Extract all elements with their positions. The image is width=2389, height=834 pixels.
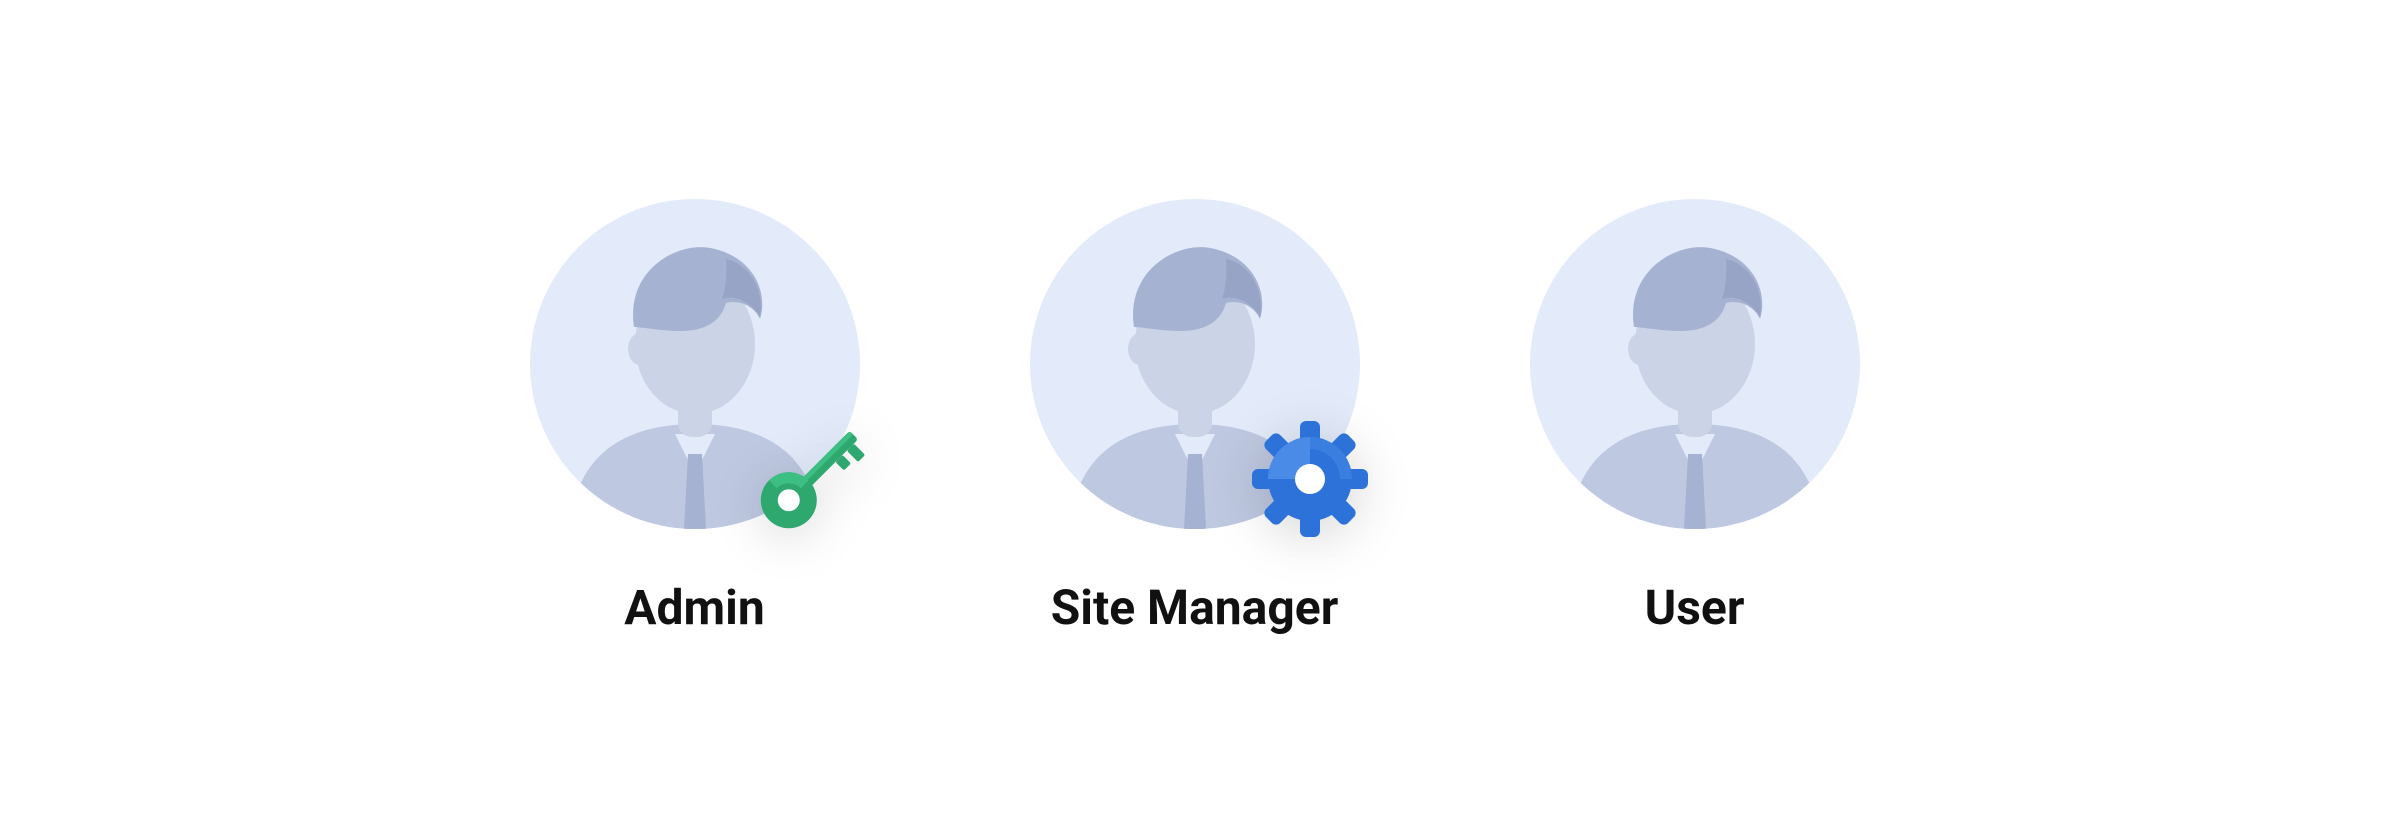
gear-icon [1240,409,1380,549]
role-label-site-manager: Site Manager [1051,579,1339,636]
role-card-admin: Admin [530,199,860,636]
avatar-admin [530,199,860,529]
avatar-user [1530,199,1860,529]
role-label-admin: Admin [624,579,764,636]
role-cards-row: Admin [0,0,2389,834]
role-card-user: User [1530,199,1860,636]
avatar-icon [1530,199,1860,529]
role-card-site-manager: Site Manager [1030,199,1360,636]
avatar-site-manager [1030,199,1360,529]
role-label-user: User [1645,579,1745,636]
key-icon [740,409,880,549]
